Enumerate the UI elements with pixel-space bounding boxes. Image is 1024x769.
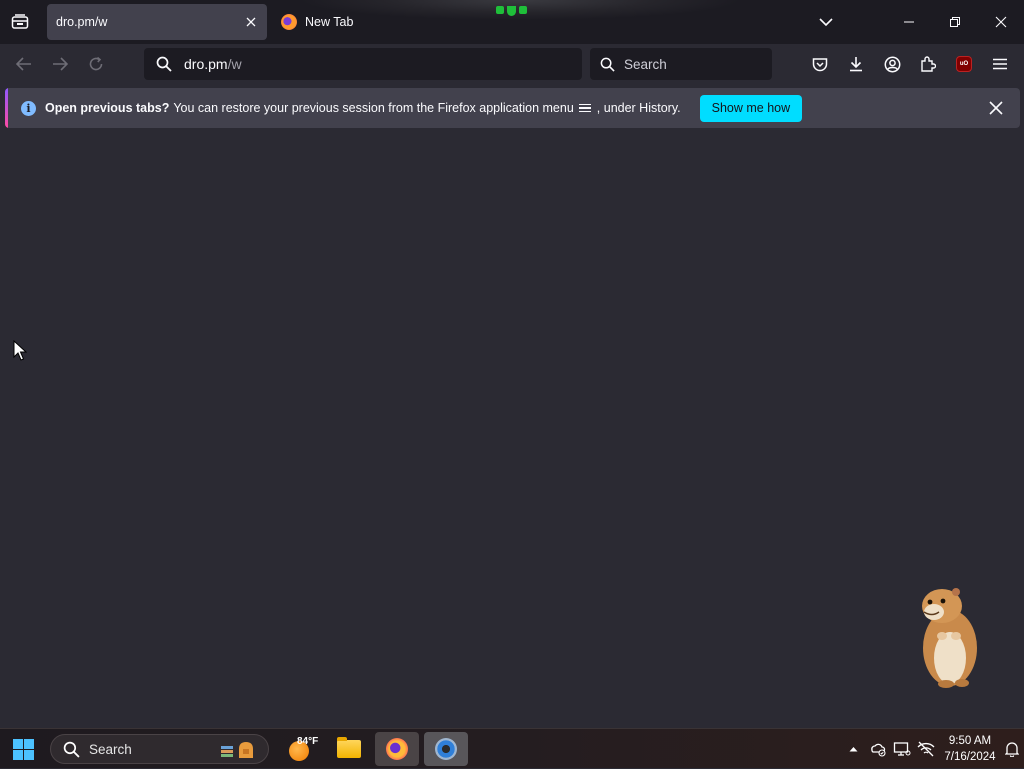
- reload-button[interactable]: [82, 50, 110, 78]
- forward-button[interactable]: [46, 50, 74, 78]
- minimize-icon: [904, 21, 914, 23]
- weather-widget[interactable]: 84°F: [284, 732, 328, 766]
- taskbar-search-label: Search: [89, 741, 132, 757]
- download-icon: [850, 57, 862, 72]
- firefox-taskbar-button[interactable]: [375, 732, 419, 766]
- hamburger-menu-icon: [993, 58, 1007, 70]
- bell-icon: [1005, 742, 1019, 757]
- notification-text-2: , under History.: [596, 101, 681, 115]
- search-highlight-icon: [216, 738, 260, 760]
- pocket-button[interactable]: [806, 50, 834, 78]
- firefox-view-button[interactable]: [8, 11, 32, 33]
- taskbar-search[interactable]: Search: [50, 734, 269, 764]
- extensions-icon: [921, 56, 936, 72]
- firefox-favicon-icon: [281, 14, 297, 30]
- forward-arrow-icon: [53, 57, 68, 71]
- notification-message: Open previous tabs? You can restore your…: [45, 101, 681, 115]
- notification-text-1: You can restore your previous session fr…: [173, 101, 574, 115]
- tab-new-tab[interactable]: New Tab: [274, 4, 474, 40]
- windows-logo-icon: [12, 738, 34, 760]
- notification-close-button[interactable]: [984, 96, 1008, 120]
- navigation-toolbar: dro.pm/w Search uO: [0, 44, 1024, 84]
- theme-decoration: [496, 6, 527, 16]
- close-icon: [989, 101, 1003, 115]
- firefox-view-icon: [11, 14, 29, 29]
- clock-time: 9:50 AM: [948, 735, 992, 747]
- show-me-how-button[interactable]: Show me how: [699, 94, 803, 122]
- sync-status-icon: [871, 743, 886, 757]
- tab-active[interactable]: dro.pm/w: [47, 4, 267, 40]
- show-hidden-icons-button[interactable]: [844, 729, 862, 769]
- restore-icon: [950, 17, 960, 27]
- account-icon: [884, 56, 900, 72]
- notification-area: i Open previous tabs? You can restore yo…: [0, 84, 1024, 134]
- search-placeholder: Search: [624, 56, 667, 72]
- search-bar[interactable]: Search: [590, 48, 772, 80]
- back-button[interactable]: [10, 50, 38, 78]
- url-path: /w: [227, 56, 242, 72]
- tray-display-button[interactable]: [890, 729, 914, 769]
- weather-temperature: 84°F: [297, 736, 319, 747]
- back-arrow-icon: [16, 57, 31, 71]
- downloads-button[interactable]: [842, 50, 870, 78]
- hamburger-menu-icon: [578, 103, 591, 113]
- start-button[interactable]: [6, 733, 40, 765]
- list-all-tabs-button[interactable]: [812, 10, 840, 34]
- file-explorer-taskbar-button[interactable]: [327, 732, 371, 766]
- display-icon: [893, 742, 911, 756]
- ublock-origin-icon: uO: [956, 56, 972, 72]
- close-icon: [246, 17, 256, 27]
- close-icon: [995, 16, 1007, 28]
- firefox-icon: [386, 738, 408, 760]
- info-icon: i: [21, 100, 36, 116]
- chevron-up-icon: [849, 747, 857, 752]
- taskbar: Search 84°F 9:50 AM 7/16/2024: [0, 728, 1024, 768]
- search-icon: [144, 56, 184, 72]
- restore-button[interactable]: [932, 0, 978, 44]
- tab-title: New Tab: [305, 15, 354, 29]
- settings-gear-icon: [435, 738, 457, 760]
- chevron-down-icon: [819, 18, 833, 27]
- pocket-icon: [812, 57, 828, 71]
- search-icon: [590, 57, 624, 72]
- url-bar[interactable]: dro.pm/w: [144, 48, 582, 80]
- reload-icon: [89, 56, 103, 71]
- tab-close-button[interactable]: [239, 10, 263, 34]
- tray-cloud-button[interactable]: [866, 729, 890, 769]
- notifications-button[interactable]: [1002, 729, 1022, 769]
- account-button[interactable]: [878, 50, 906, 78]
- extensions-button[interactable]: [914, 50, 942, 78]
- taskbar-clock[interactable]: 9:50 AM 7/16/2024: [938, 733, 1002, 765]
- tab-strip: dro.pm/w New Tab: [0, 0, 1024, 44]
- url-text[interactable]: dro.pm/w: [184, 56, 242, 72]
- search-icon: [60, 741, 82, 758]
- network-status-button[interactable]: [914, 729, 938, 769]
- no-internet-icon: [917, 741, 935, 757]
- settings-taskbar-button[interactable]: [424, 732, 468, 766]
- notification-title: Open previous tabs?: [45, 101, 170, 115]
- page-content[interactable]: [0, 134, 1024, 728]
- mouse-cursor-icon: [13, 340, 27, 361]
- hamster-pet[interactable]: [912, 584, 984, 690]
- session-restore-notification: i Open previous tabs? You can restore yo…: [5, 88, 1020, 128]
- app-menu-button[interactable]: [986, 50, 1014, 78]
- tab-title: dro.pm/w: [56, 15, 108, 29]
- ublock-origin-button[interactable]: uO: [950, 50, 978, 78]
- clock-date: 7/16/2024: [944, 751, 996, 763]
- minimize-button[interactable]: [886, 0, 932, 44]
- folder-icon: [337, 737, 361, 758]
- url-host: dro.pm: [184, 56, 228, 72]
- close-window-button[interactable]: [978, 0, 1024, 44]
